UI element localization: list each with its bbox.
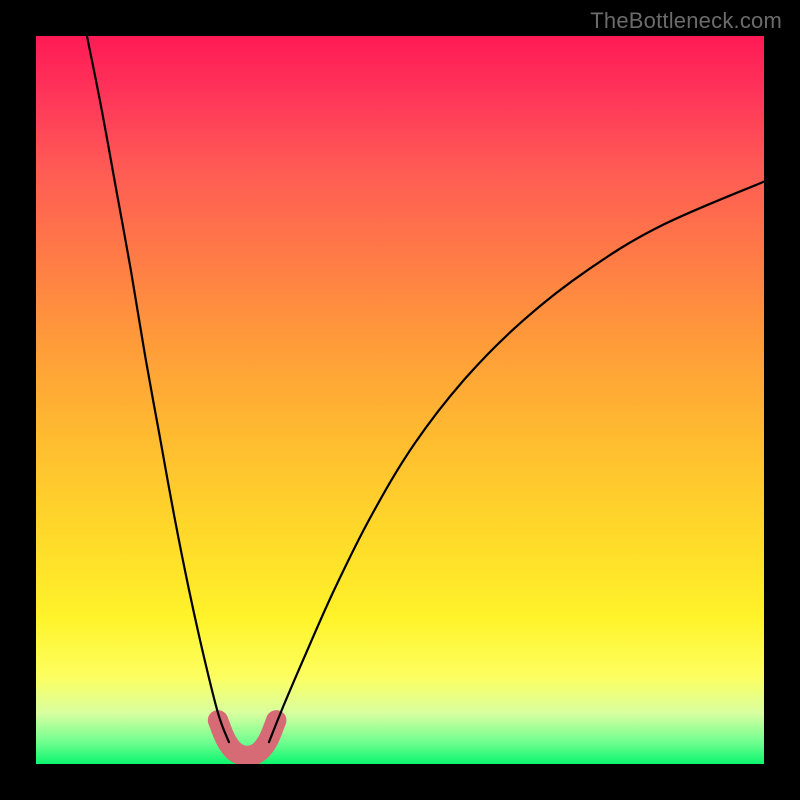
curve-right-branch [269, 182, 764, 743]
plot-area [36, 36, 764, 764]
curve-left-branch [87, 36, 229, 742]
chart-stage: TheBottleneck.com [0, 0, 800, 800]
curve-layer [36, 36, 764, 764]
watermark-text: TheBottleneck.com [590, 8, 782, 34]
